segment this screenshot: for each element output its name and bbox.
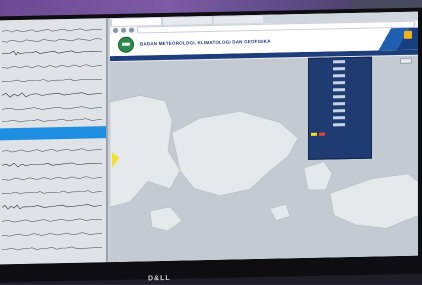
- island-small: [149, 206, 183, 232]
- agency-title: BADAN METEOROLOGI, KLIMATOLOGI DAN GEOFI…: [140, 38, 271, 47]
- seismogram-trace: [2, 104, 102, 112]
- browser-tab[interactable]: [163, 16, 212, 25]
- earthquake-list-panel: [308, 56, 372, 160]
- selected-area-marker: [112, 151, 119, 169]
- back-icon[interactable]: [113, 27, 118, 34]
- seismogram-trace: [2, 62, 102, 70]
- seismogram-trace: [2, 244, 102, 252]
- seismogram-trace: [2, 26, 102, 34]
- browser-tab[interactable]: [214, 15, 263, 24]
- forward-icon[interactable]: [121, 27, 126, 33]
- seismogram-trace: [2, 116, 102, 124]
- seismogram-trace: [2, 146, 102, 154]
- header-decoration: [378, 27, 418, 51]
- seismogram-trace: [2, 202, 102, 210]
- agency-logo: [118, 36, 134, 53]
- flag-icon: [404, 30, 412, 39]
- browser-tab[interactable]: [112, 18, 161, 27]
- monitor-screen: BADAN METEOROLOGI, KLIMATOLOGI DAN GEOFI…: [0, 11, 418, 265]
- browser-window: BADAN METEOROLOGI, KLIMATOLOGI DAN GEOFI…: [110, 11, 418, 263]
- seismogram-trace: [2, 36, 102, 44]
- island-lombok: [303, 161, 333, 191]
- island-sumbawa: [329, 173, 418, 229]
- monitor-brand-logo: D&LL: [148, 274, 171, 283]
- seismogram-trace: [2, 90, 102, 98]
- island-bali: [171, 111, 299, 197]
- legend-swatch-red: [319, 132, 325, 136]
- map-control-button[interactable]: [400, 57, 412, 64]
- legend-swatch-yellow: [311, 132, 317, 136]
- reload-icon[interactable]: [129, 27, 134, 33]
- seismogram-panel: [0, 18, 108, 265]
- seismogram-trace: [2, 76, 102, 84]
- island-java-east: [110, 95, 181, 208]
- seismogram-selected-row[interactable]: [0, 126, 106, 141]
- seismogram-trace: [2, 230, 102, 238]
- seismogram-trace: [2, 174, 102, 182]
- legend-colors: [309, 128, 371, 140]
- island-nusa-penida: [269, 204, 291, 221]
- seismogram-trace: [2, 160, 102, 168]
- seismogram-trace: [2, 48, 102, 56]
- seismogram-trace: [2, 216, 102, 224]
- seismogram-trace: [2, 188, 102, 196]
